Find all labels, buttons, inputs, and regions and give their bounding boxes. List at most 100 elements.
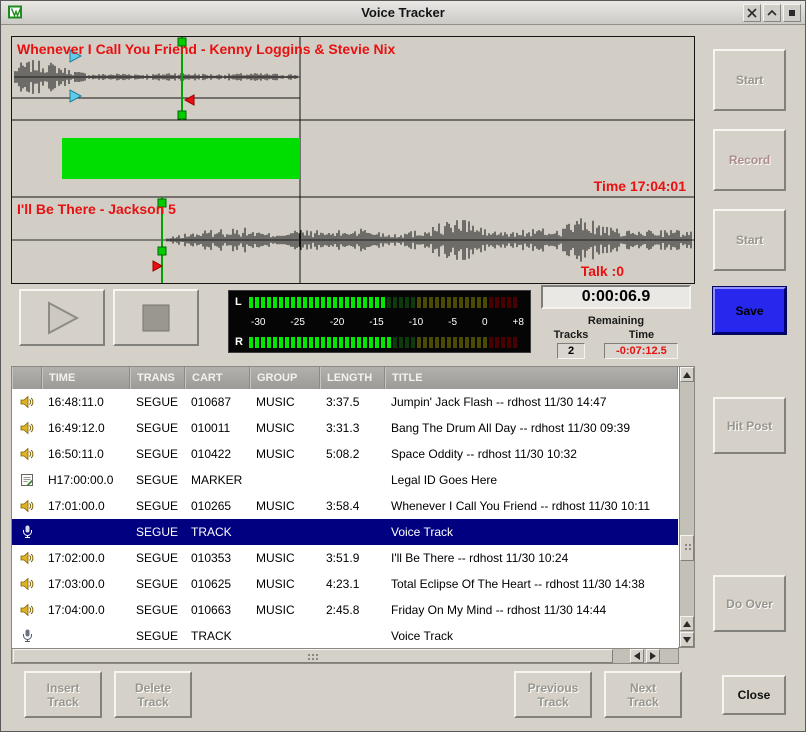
delete-track-button[interactable]: Delete Track bbox=[114, 671, 192, 718]
cell-cart: TRACK bbox=[185, 629, 250, 643]
mic-icon bbox=[12, 525, 42, 539]
voicetrack-region[interactable] bbox=[62, 138, 300, 179]
cell-cart: 010625 bbox=[185, 577, 250, 591]
close-dialog-button[interactable]: Close bbox=[722, 675, 786, 715]
cell-cart: 010353 bbox=[185, 551, 250, 565]
track2-title: I'll Be There - Jackson 5 bbox=[17, 201, 176, 217]
waveform-canvas[interactable] bbox=[12, 37, 694, 283]
cell-title: Voice Track bbox=[385, 525, 678, 539]
vertical-scroll-thumb[interactable] bbox=[680, 535, 694, 561]
scroll-up-button[interactable] bbox=[680, 367, 694, 382]
cell-title: Whenever I Call You Friend -- rdhost 11/… bbox=[385, 499, 678, 513]
audio-meter: L -30 -25 -20 -15 -10 -5 0 +8 R bbox=[228, 290, 531, 353]
cell-title: Voice Track bbox=[385, 629, 678, 643]
scale-tick: -30 bbox=[251, 317, 265, 328]
table-row[interactable]: H17:00:00.0SEGUEMARKERLegal ID Goes Here bbox=[12, 467, 678, 493]
column-group[interactable]: GROUP bbox=[250, 367, 320, 389]
cell-title: Friday On My Mind -- rdhost 11/30 14:44 bbox=[385, 603, 678, 617]
table-row[interactable]: 16:48:11.0SEGUE010687MUSIC3:37.5Jumpin' … bbox=[12, 389, 678, 415]
cell-trans: SEGUE bbox=[130, 447, 185, 461]
hit-post-button[interactable]: Hit Post bbox=[713, 397, 786, 454]
cell-length: 3:58.4 bbox=[320, 499, 385, 513]
table-row[interactable]: 17:01:00.0SEGUE010265MUSIC3:58.4Whenever… bbox=[12, 493, 678, 519]
cell-trans: SEGUE bbox=[130, 629, 185, 643]
meter-left-label: L bbox=[235, 296, 249, 308]
table-row[interactable]: 16:50:11.0SEGUE010422MUSIC5:08.2Space Od… bbox=[12, 441, 678, 467]
cell-trans: SEGUE bbox=[130, 603, 185, 617]
table-row[interactable]: SEGUETRACKVoice Track bbox=[12, 519, 678, 545]
scale-tick: -5 bbox=[448, 317, 457, 328]
cell-length: 3:31.3 bbox=[320, 421, 385, 435]
cell-title: Bang The Drum All Day -- rdhost 11/30 09… bbox=[385, 421, 678, 435]
save-button[interactable]: Save bbox=[713, 287, 786, 334]
table-row[interactable]: 17:04:00.0SEGUE010663MUSIC2:45.8Friday O… bbox=[12, 597, 678, 623]
track2-cue-marker[interactable] bbox=[153, 261, 162, 271]
cell-title: Total Eclipse Of The Heart -- rdhost 11/… bbox=[385, 577, 678, 591]
horizontal-scroll-thumb[interactable] bbox=[13, 649, 613, 663]
cell-cart: 010422 bbox=[185, 447, 250, 461]
chevron-up-icon bbox=[767, 9, 777, 17]
sticky-button[interactable] bbox=[783, 4, 801, 22]
speaker-icon bbox=[12, 551, 42, 565]
arrow-left-icon bbox=[634, 652, 640, 660]
table-row[interactable]: 17:03:00.0SEGUE010625MUSIC4:23.1Total Ec… bbox=[12, 571, 678, 597]
scroll-up-button-2[interactable] bbox=[680, 616, 694, 631]
cell-time: 16:50:11.0 bbox=[42, 447, 130, 461]
previous-track-button[interactable]: Previous Track bbox=[514, 671, 592, 718]
cell-title: I'll Be There -- rdhost 11/30 10:24 bbox=[385, 551, 678, 565]
cell-trans: SEGUE bbox=[130, 525, 185, 539]
cell-trans: SEGUE bbox=[130, 577, 185, 591]
speaker-icon bbox=[12, 577, 42, 591]
insert-track-button[interactable]: Insert Track bbox=[24, 671, 102, 718]
scrollbar-corner bbox=[679, 648, 695, 664]
scroll-down-button[interactable] bbox=[680, 632, 694, 647]
start-track2-button[interactable]: Start bbox=[713, 209, 786, 271]
log-body: 16:48:11.0SEGUE010687MUSIC3:37.5Jumpin' … bbox=[12, 389, 678, 649]
speaker-icon bbox=[12, 447, 42, 461]
speaker-icon bbox=[12, 499, 42, 513]
track1-cue-marker[interactable] bbox=[185, 95, 194, 105]
column-title[interactable]: TITLE bbox=[385, 367, 678, 389]
elapsed-time-display: 0:00:06.9 bbox=[541, 285, 691, 309]
shade-button[interactable] bbox=[763, 4, 781, 22]
track1-title: Whenever I Call You Friend - Kenny Loggi… bbox=[17, 41, 395, 57]
meter-scale: -30 -25 -20 -15 -10 -5 0 +8 bbox=[235, 316, 524, 328]
next-track-button[interactable]: Next Track bbox=[604, 671, 682, 718]
cell-cart: 010687 bbox=[185, 395, 250, 409]
talk-label: Talk :0 bbox=[581, 263, 624, 279]
start-track1-button[interactable]: Start bbox=[713, 49, 786, 111]
speaker-icon bbox=[12, 395, 42, 409]
do-over-button[interactable]: Do Over bbox=[713, 575, 786, 632]
column-cart[interactable]: CART bbox=[185, 367, 250, 389]
remaining-panel: Remaining Tracks 2 Time -0:07:12.5 bbox=[541, 315, 691, 359]
play-button[interactable] bbox=[19, 289, 105, 346]
scale-tick: -15 bbox=[369, 317, 383, 328]
horizontal-scrollbar[interactable] bbox=[11, 648, 679, 664]
record-button[interactable]: Record bbox=[713, 129, 786, 191]
cell-cart: 010265 bbox=[185, 499, 250, 513]
cell-title: Legal ID Goes Here bbox=[385, 473, 678, 487]
column-trans[interactable]: TRANS bbox=[130, 367, 185, 389]
cell-cart: MARKER bbox=[185, 473, 250, 487]
remaining-tracks-value: 2 bbox=[557, 343, 585, 359]
scroll-right-button[interactable] bbox=[646, 649, 660, 663]
meter-right-bar bbox=[249, 337, 517, 348]
titlebar[interactable]: Voice Tracker bbox=[1, 1, 805, 25]
fade-marker-bottom-icon[interactable] bbox=[70, 90, 81, 102]
stop-button[interactable] bbox=[113, 289, 199, 346]
close-button[interactable] bbox=[743, 4, 761, 22]
scroll-left-button[interactable] bbox=[630, 649, 644, 663]
table-row[interactable]: 16:49:12.0SEGUE010011MUSIC3:31.3Bang The… bbox=[12, 415, 678, 441]
marker-handle[interactable] bbox=[158, 247, 166, 255]
remaining-time-value: -0:07:12.5 bbox=[604, 343, 678, 359]
vertical-scrollbar[interactable] bbox=[679, 366, 695, 648]
stop-icon bbox=[141, 303, 171, 333]
speaker-icon bbox=[12, 603, 42, 617]
column-length[interactable]: LENGTH bbox=[320, 367, 385, 389]
cell-trans: SEGUE bbox=[130, 421, 185, 435]
column-icon-header[interactable] bbox=[12, 367, 42, 389]
marker-handle[interactable] bbox=[178, 111, 186, 119]
table-row[interactable]: 17:02:00.0SEGUE010353MUSIC3:51.9I'll Be … bbox=[12, 545, 678, 571]
column-time[interactable]: TIME bbox=[42, 367, 130, 389]
table-row[interactable]: SEGUETRACK Voice Track bbox=[12, 623, 678, 649]
